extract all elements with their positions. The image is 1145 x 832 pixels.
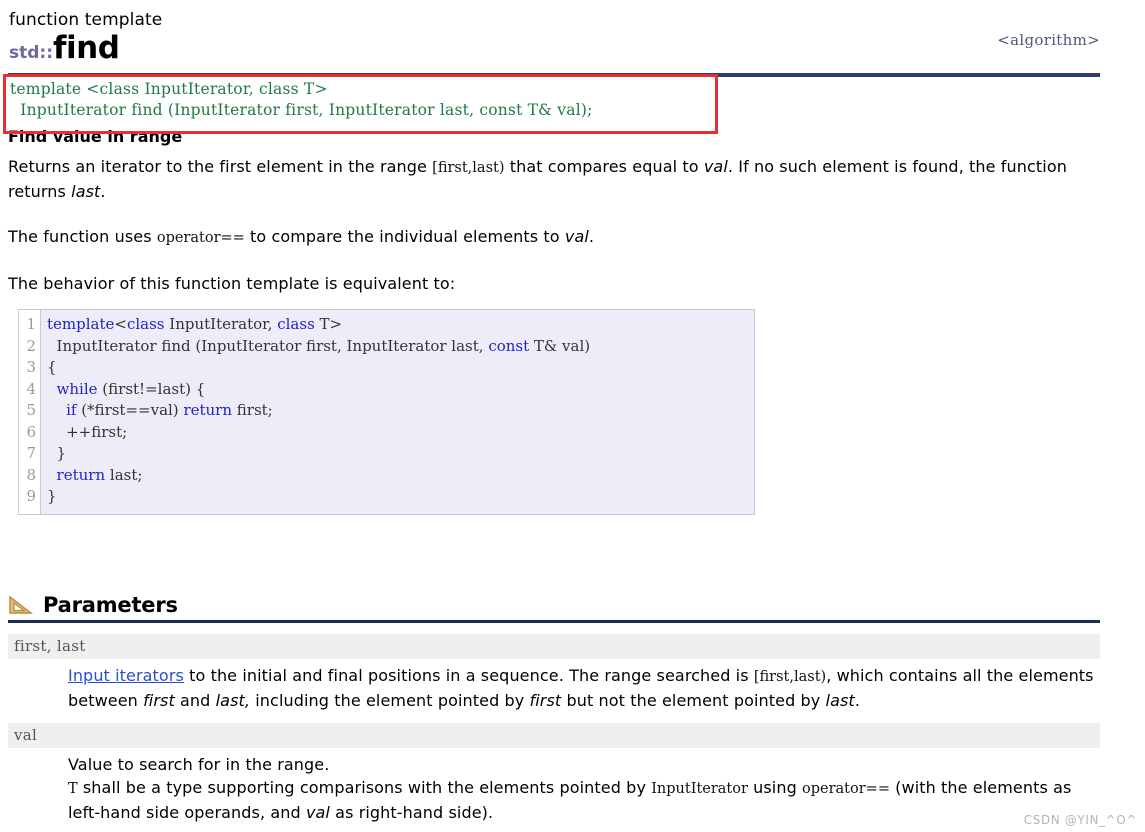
p2-pre: shall be a type supporting comparisons w… bbox=[77, 777, 652, 797]
desc2-end: . bbox=[588, 227, 595, 246]
code-sample-block: 1 2 3 4 5 6 7 8 9 template<class InputIt… bbox=[18, 309, 755, 515]
param-desc-val: Value to search for in the range. T shal… bbox=[68, 753, 1100, 824]
desc1-mid: that compares equal to bbox=[504, 157, 704, 176]
p2-line-2: T shall be a type supporting comparisons… bbox=[68, 776, 1100, 824]
p1-pre: to the initial and final positions in a … bbox=[183, 665, 754, 685]
p1-mid2: and bbox=[174, 690, 216, 710]
param-name-first-last: first, last bbox=[8, 633, 1100, 659]
include-header-tag: <algorithm> bbox=[997, 31, 1100, 49]
p1-em-first: first bbox=[143, 690, 175, 710]
main-content: Find value in range Returns an iterator … bbox=[0, 126, 1145, 295]
p2-input-iterator-code: InputIterator bbox=[651, 780, 748, 797]
p1-mid3: including the element pointed by bbox=[250, 690, 530, 710]
last-emphasis: last bbox=[71, 182, 101, 201]
triangle-ruler-icon bbox=[8, 594, 34, 616]
signature-line-2: InputIterator find (InputIterator first,… bbox=[10, 101, 593, 119]
p2-em-val: val bbox=[305, 802, 330, 822]
range-notation: [first,last) bbox=[432, 160, 505, 176]
code-line-numbers: 1 2 3 4 5 6 7 8 9 bbox=[19, 310, 41, 514]
p1-em-first-2: first bbox=[529, 690, 562, 710]
description-paragraph-1: Returns an iterator to the first element… bbox=[8, 155, 1100, 203]
p2-operator-code: operator== bbox=[802, 780, 890, 797]
input-iterators-link[interactable]: Input iterators bbox=[68, 666, 184, 685]
parameters-title: Parameters bbox=[43, 592, 178, 617]
p1-em-last: last, bbox=[215, 690, 251, 710]
page-header: function template std:: find <algorithm> bbox=[0, 0, 1145, 77]
p1-em-last-2: last bbox=[825, 690, 855, 710]
brief-heading: Find value in range bbox=[8, 127, 183, 146]
p2-mid: using bbox=[747, 777, 803, 797]
desc2-mid: to compare the individual elements to bbox=[244, 227, 565, 246]
desc1-end: . bbox=[100, 182, 106, 201]
val-emphasis-2: val bbox=[564, 227, 589, 246]
reference-page: function template std:: find <algorithm> … bbox=[0, 0, 1145, 832]
function-name: find bbox=[53, 30, 120, 66]
parameters-divider bbox=[8, 619, 1100, 623]
namespace-prefix: std:: bbox=[9, 43, 54, 63]
header-divider bbox=[8, 73, 1100, 77]
entity-kind-label: function template bbox=[9, 10, 163, 30]
description-paragraph-2: The function uses operator== to compare … bbox=[8, 225, 1100, 250]
param-name-val: val bbox=[8, 722, 1100, 748]
p2-end: as right-hand side). bbox=[329, 802, 494, 822]
code-sample-text: template<class InputIterator, class T> I… bbox=[47, 315, 591, 505]
p1-range-notation: [first,last) bbox=[753, 668, 827, 685]
p1-mid4: but not the element pointed by bbox=[561, 690, 826, 710]
p1-end: . bbox=[854, 690, 860, 710]
page-title: std:: find bbox=[9, 32, 1100, 64]
parameters-section-header: Parameters bbox=[8, 593, 1145, 617]
function-signature: template <class InputIterator, class T> … bbox=[0, 76, 1145, 123]
watermark: CSDN @YIN_^O^ bbox=[1023, 813, 1137, 827]
param-desc-first-last: Input iterators to the initial and final… bbox=[68, 664, 1100, 712]
p2-type-T: T bbox=[68, 780, 78, 797]
operator-equals-code: operator== bbox=[156, 230, 245, 246]
equivalent-intro: The behavior of this function template i… bbox=[8, 274, 456, 293]
desc2-pre: The function uses bbox=[8, 227, 157, 246]
val-emphasis: val bbox=[703, 157, 728, 176]
desc1-pre: Returns an iterator to the first element… bbox=[8, 157, 433, 176]
p2-line-1: Value to search for in the range. bbox=[68, 754, 330, 774]
signature-line-1: template <class InputIterator, class T> bbox=[10, 80, 328, 98]
